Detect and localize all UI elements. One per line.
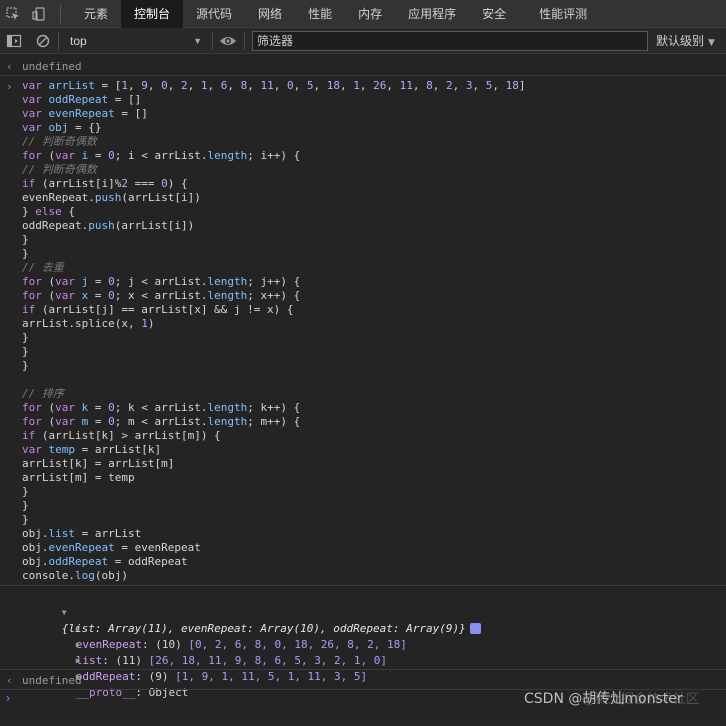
code-line: } xyxy=(22,485,29,498)
clear-console-icon[interactable] xyxy=(35,33,51,54)
row-divider xyxy=(0,75,726,76)
code-line: evenRepeat.push(arrList[i]) xyxy=(22,191,201,204)
code-line: } xyxy=(22,247,29,260)
code-line: arrList[k] = arrList[m] xyxy=(22,457,175,470)
code-line: var obj = {} xyxy=(22,121,102,134)
inspect-icon[interactable] xyxy=(0,0,26,28)
tab-performance[interactable]: 性能 xyxy=(295,0,345,28)
output-arrow-icon: ‹ xyxy=(6,60,13,73)
tab-console[interactable]: 控制台 xyxy=(121,0,184,28)
code-line: } xyxy=(22,359,29,372)
toolbar-divider xyxy=(58,32,59,50)
log-levels-dropdown[interactable]: 默认级别 ▼ xyxy=(656,32,715,52)
tab-network[interactable]: 网络 xyxy=(245,0,295,28)
code-line: // 判断奇偶数 xyxy=(22,135,97,148)
toolbar-divider xyxy=(212,32,213,50)
eye-icon[interactable] xyxy=(219,33,237,54)
toolbar-divider xyxy=(244,32,245,50)
devtools-tabbar: 元素 控制台 源代码 网络 性能 内存 应用程序 安全 性能评测 xyxy=(0,0,726,28)
code-line: for (var k = 0; k < arrList.length; k++)… xyxy=(22,401,301,414)
output-arrow-icon: ‹ xyxy=(6,674,13,687)
code-line: var evenRepeat = [] xyxy=(22,107,148,120)
code-line: var temp = arrList[k] xyxy=(22,443,162,456)
code-line: } xyxy=(22,331,29,344)
info-badge-icon[interactable] xyxy=(469,623,481,634)
console-area[interactable]: ‹ undefined › var arrList = [1, 9, 0, 2,… xyxy=(0,55,726,726)
prompt-icon[interactable]: › xyxy=(6,691,10,705)
tab-sources[interactable]: 源代码 xyxy=(183,0,245,28)
code-line: } xyxy=(22,233,29,246)
code-line: oddRepeat.push(arrList[i]) xyxy=(22,219,195,232)
tab-application[interactable]: 应用程序 xyxy=(395,0,469,28)
console-toolbar: top ▼ 筛选器 默认级别 ▼ xyxy=(0,28,726,54)
code-line: // 判断奇偶数 xyxy=(22,163,97,176)
log-levels-label: 默认级别 xyxy=(656,34,705,48)
filter-input[interactable]: 筛选器 xyxy=(252,31,648,51)
watermark: CSDN @胡传灿monster xyxy=(524,691,683,707)
tab-elements[interactable]: 元素 xyxy=(71,0,121,28)
code-line: console.log(obj) xyxy=(22,569,128,582)
chevron-down-icon: ▼ xyxy=(193,36,202,46)
code-line: // 排序 xyxy=(22,387,64,400)
code-line: } xyxy=(22,345,29,358)
code-line: for (var m = 0; m < arrList.length; m++)… xyxy=(22,415,301,428)
device-toggle-icon[interactable] xyxy=(26,0,52,28)
code-line: if (arrList[i]%2 === 0) { xyxy=(22,177,188,190)
chevron-down-icon: ▼ xyxy=(708,38,715,48)
code-line: for (var j = 0; j < arrList.length; j++)… xyxy=(22,275,301,288)
code-line: arrList.splice(x, 1) xyxy=(22,317,155,330)
code-line: obj.evenRepeat = evenRepeat xyxy=(22,541,201,554)
code-line: } xyxy=(22,499,29,512)
code-line: if (arrList[k] > arrList[m]) { xyxy=(22,429,221,442)
code-line: for (var i = 0; i < arrList.length; i++)… xyxy=(22,149,301,162)
code-line: arrList[m] = temp xyxy=(22,471,135,484)
tabbar-divider xyxy=(60,4,61,23)
code-line: for (var x = 0; x < arrList.length; x++)… xyxy=(22,289,301,302)
code-input-block[interactable]: var arrList = [1, 9, 0, 2, 1, 6, 8, 11, … xyxy=(22,79,525,583)
tab-security[interactable]: 安全 xyxy=(469,0,519,28)
tab-lighthouse[interactable]: 性能评测 xyxy=(519,0,600,28)
row-divider xyxy=(0,585,726,586)
output-value: undefined xyxy=(22,60,82,73)
row-divider xyxy=(0,669,726,670)
tab-memory[interactable]: 内存 xyxy=(345,0,395,28)
code-line: obj.list = arrList xyxy=(22,527,142,540)
code-line: var oddRepeat = [] xyxy=(22,93,142,106)
sidebar-toggle-icon[interactable] xyxy=(6,33,22,54)
console-output-row: ‹ undefined xyxy=(0,60,726,76)
code-line: } else { xyxy=(22,205,75,218)
output-value: undefined xyxy=(22,674,82,687)
code-line: } xyxy=(22,513,29,526)
code-line: var arrList = [1, 9, 0, 2, 1, 6, 8, 11, … xyxy=(22,79,526,92)
code-line: // 去重 xyxy=(22,261,64,274)
code-line: if (arrList[j] == arrList[x] && j != x) … xyxy=(22,303,294,316)
context-select[interactable]: top ▼ xyxy=(66,32,206,50)
code-line: obj.oddRepeat = oddRepeat xyxy=(22,555,188,568)
input-arrow-icon: › xyxy=(6,80,13,93)
context-select-value: top xyxy=(70,34,87,48)
